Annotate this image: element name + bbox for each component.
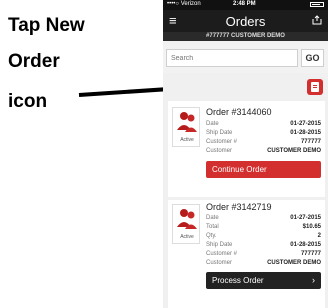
row-key: Total: [206, 224, 219, 230]
row-value: 01-27-2015: [290, 121, 321, 127]
row-value: 01-28-2015: [290, 242, 321, 248]
order-row: Customer # 777777: [206, 251, 321, 259]
order-row: Ship Date 01-28-2015: [206, 130, 321, 138]
chevron-right-icon: ›: [312, 275, 315, 285]
customer-group-icon: [177, 112, 197, 132]
search-input[interactable]: [166, 49, 298, 67]
avatar: Active: [172, 107, 200, 147]
go-button[interactable]: GO: [301, 49, 324, 67]
status-bar: ••••○ Verizon 2:48 PM: [163, 0, 328, 10]
process-order-button[interactable]: Process Order ›: [206, 272, 321, 289]
row-value: 777777: [300, 251, 321, 257]
new-order-icon: [311, 82, 319, 92]
order-card[interactable]: Active Order #3142719 Date 01-27-2015 To…: [168, 200, 325, 308]
row-value: $10.65: [302, 224, 321, 230]
row-key: Customer #: [206, 251, 238, 257]
order-row: Qty. 2: [206, 233, 321, 241]
row-key: Customer: [206, 260, 233, 266]
row-key: Date: [206, 215, 219, 221]
row-key: Ship Date: [206, 130, 233, 136]
new-order-button[interactable]: [307, 79, 323, 95]
annotation-line-2: Order: [8, 51, 60, 72]
share-icon[interactable]: [312, 15, 322, 25]
avatar: Active: [172, 204, 200, 244]
order-title: Order #3142719: [206, 202, 272, 212]
annotation-line-1: Tap New: [8, 15, 85, 36]
row-value: 2: [317, 233, 321, 239]
order-row: Customer CUSTOMER DEMO: [206, 260, 321, 268]
annotation-line-3: icon: [8, 91, 48, 112]
battery-icon: [310, 2, 324, 7]
status-badge: Active: [180, 137, 194, 143]
row-value: CUSTOMER DEMO: [267, 148, 321, 154]
customer-subtitle: #777777 CUSTOMER DEMO: [163, 32, 328, 41]
search-row: GO: [163, 41, 328, 73]
row-value: 777777: [300, 139, 321, 145]
row-value: 01-28-2015: [290, 130, 321, 136]
row-key: Customer: [206, 148, 233, 154]
row-key: Qty.: [206, 233, 217, 239]
orders-list: Active Order #3144060 Date 01-27-2015 Sh…: [163, 73, 328, 308]
row-value: 01-27-2015: [290, 215, 321, 221]
order-row: Customer # 777777: [206, 139, 321, 147]
carrier-label: ••••○ Verizon: [167, 1, 201, 7]
order-row: Customer CUSTOMER DEMO: [206, 148, 321, 156]
page-title: Orders: [225, 14, 266, 29]
order-row: Date 01-27-2015: [206, 121, 321, 129]
phone-screen: ••••○ Verizon 2:48 PM ≡ Orders #777777 C…: [163, 0, 328, 308]
order-title: Order #3144060: [206, 107, 272, 117]
row-key: Customer #: [206, 139, 238, 145]
order-card[interactable]: Active Order #3144060 Date 01-27-2015 Sh…: [168, 101, 325, 197]
order-row: Total $10.65: [206, 224, 321, 232]
customer-group-icon: [177, 209, 197, 229]
order-row: Ship Date 01-28-2015: [206, 242, 321, 250]
status-badge: Active: [180, 234, 194, 240]
process-order-label: Process Order: [212, 276, 264, 285]
order-row: Date 01-27-2015: [206, 215, 321, 223]
row-value: CUSTOMER DEMO: [267, 260, 321, 266]
status-time: 2:48 PM: [233, 1, 256, 7]
navbar: ≡ Orders: [163, 10, 328, 32]
row-key: Ship Date: [206, 242, 233, 248]
row-key: Date: [206, 121, 219, 127]
continue-order-button[interactable]: Continue Order: [206, 161, 321, 178]
